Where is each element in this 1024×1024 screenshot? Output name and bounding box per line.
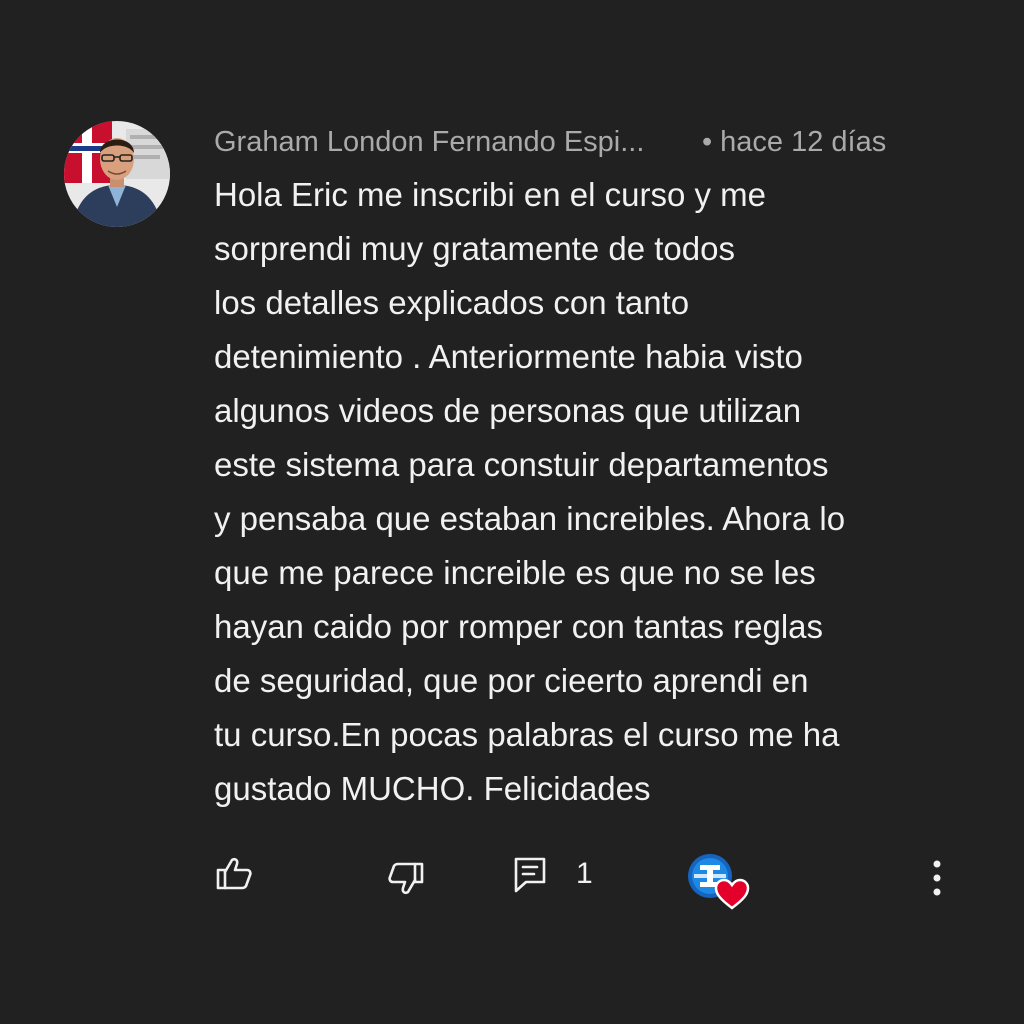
like-button[interactable] — [212, 852, 256, 896]
comment-line: algunos videos de personas que utilizan — [214, 392, 802, 429]
author-name[interactable]: Graham London Fernando Espi... — [214, 126, 684, 159]
comment-icon — [514, 857, 546, 893]
comment-line: tu curso.En pocas palabras el curso me h… — [214, 716, 840, 753]
comment-header: Graham London Fernando Espi... • hace 12… — [214, 120, 886, 164]
comment-timestamp[interactable]: hace 12 días — [720, 126, 886, 159]
comment-line: Hola Eric me inscribi en el curso y me — [214, 176, 767, 213]
creator-heart-icon — [688, 854, 750, 910]
comment-line: gustado MUCHO. Felicidades — [214, 770, 651, 807]
thumbs-down-icon — [388, 862, 424, 895]
comment-line: detenimiento . Anteriormente habia visto — [214, 338, 803, 375]
comment-text: Hola Eric me inscribi en el curso y me s… — [214, 168, 1004, 816]
comment-line: que me parece increible es que no se les — [214, 554, 816, 591]
reply-count: 1 — [576, 857, 593, 890]
comment-line: de seguridad, que por cieerto aprendi en — [214, 662, 809, 699]
more-vert-icon — [933, 860, 941, 896]
comment-line: sorprendi muy gratamente de todos — [214, 230, 735, 267]
creator-heart — [688, 852, 752, 912]
comment-line: este sistema para constuir departamentos — [214, 446, 829, 483]
thumbs-up-icon — [216, 857, 252, 890]
reply-button[interactable]: 1 — [512, 852, 593, 896]
comment-line: hayan caido por romper con tantas reglas — [214, 608, 824, 645]
author-avatar[interactable] — [64, 121, 170, 227]
meta-separator: • — [702, 125, 713, 158]
comment-line: y pensaba que estaban increibles. Ahora … — [214, 500, 846, 537]
comment-line: los detalles explicados con tanto — [214, 284, 690, 321]
dislike-button[interactable] — [384, 856, 428, 900]
more-actions-button[interactable] — [920, 852, 954, 900]
